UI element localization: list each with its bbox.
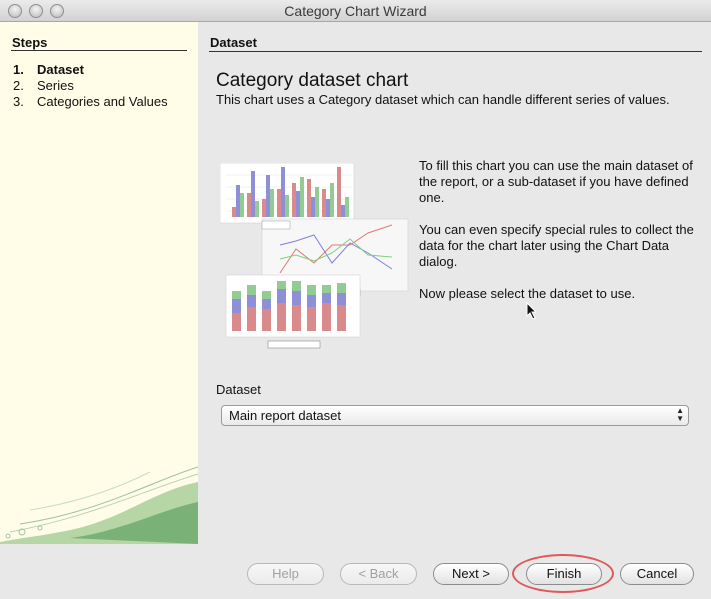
instruction-paragraph: You can even specify special rules to co…	[419, 222, 694, 269]
finish-highlight-ring	[512, 554, 614, 593]
step-label: Categories and Values	[37, 94, 168, 109]
step-categories-values: 3. Categories and Values	[13, 94, 168, 110]
step-label: Dataset	[37, 62, 84, 77]
instruction-paragraph: To fill this chart you can use the main …	[419, 158, 693, 205]
instruction-paragraph: Now please select the dataset to use.	[419, 286, 636, 301]
step-dataset: 1. Dataset	[13, 62, 168, 78]
bar-chart-thumbnail	[220, 163, 355, 224]
step-label: Series	[37, 78, 74, 93]
step-number: 2.	[13, 78, 24, 93]
mouse-pointer-icon	[526, 302, 538, 320]
steps-sidebar: Steps 1. Dataset 2. Series 3. Categories an…	[0, 22, 198, 544]
chart-preview-image	[220, 163, 409, 349]
panel-divider	[209, 51, 702, 52]
page-title: Category dataset chart	[216, 70, 409, 91]
select-arrows-icon: ▲ ▼	[676, 406, 684, 423]
panel-heading: Dataset	[210, 35, 257, 50]
back-button[interactable]: < Back	[340, 563, 417, 585]
window-title: Category Chart Wizard	[284, 3, 427, 19]
next-button[interactable]: Next >	[433, 563, 509, 585]
step-number: 3.	[13, 94, 24, 109]
steps-list: 1. Dataset 2. Series 3. Categories and Valu…	[13, 62, 168, 110]
step-series: 2. Series	[13, 78, 168, 94]
instructions: To fill this chart you can use the main …	[419, 158, 701, 318]
stacked-bar-chart-thumbnail	[225, 274, 361, 349]
step-number: 1.	[13, 62, 24, 77]
decorative-swirl-graphic	[0, 466, 198, 544]
dataset-select[interactable]: Main report dataset ▲ ▼	[221, 405, 689, 426]
dataset-select-value: Main report dataset	[229, 408, 342, 423]
help-button[interactable]: Help	[247, 563, 324, 585]
cancel-button[interactable]: Cancel	[620, 563, 694, 585]
page-description: This chart uses a Category dataset which…	[216, 92, 670, 107]
dataset-label: Dataset	[216, 382, 261, 397]
title-bar: Category Chart Wizard	[0, 0, 711, 22]
steps-heading: Steps	[12, 35, 48, 50]
steps-divider	[11, 50, 187, 51]
